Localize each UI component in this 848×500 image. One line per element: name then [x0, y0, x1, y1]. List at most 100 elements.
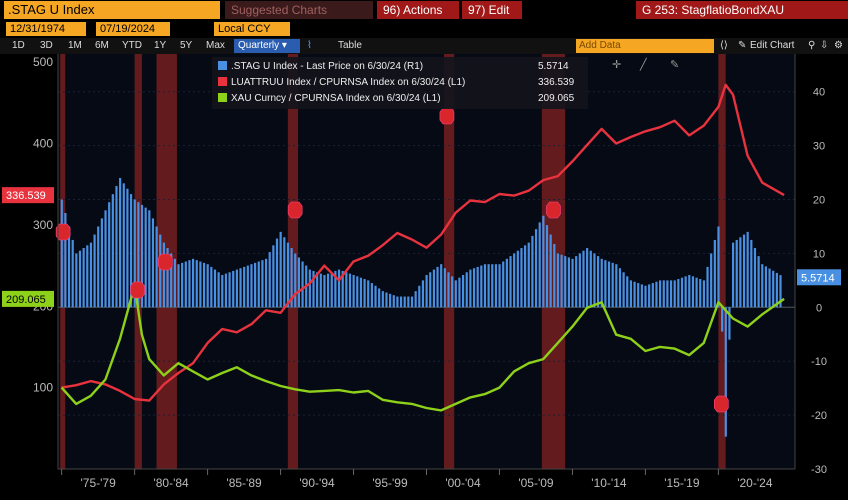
x-tick-label: '75-'79 [80, 476, 116, 490]
gold-last-value-label: 209.065 [6, 294, 46, 306]
period-ytd[interactable]: YTD [122, 39, 142, 53]
stag-bar [717, 226, 720, 308]
legend-swatch-gold [218, 93, 227, 102]
stag-bar [144, 207, 147, 308]
period-1d[interactable]: 1D [12, 39, 25, 53]
stag-bar [662, 280, 665, 308]
stag-bar [421, 280, 425, 308]
suggested-charts-button[interactable]: Suggested Charts [225, 1, 373, 19]
stag-bar [615, 264, 618, 308]
settings-icon[interactable]: ⚙ [834, 39, 843, 53]
bond-last-value-label: 336.539 [6, 190, 46, 202]
edit-menu[interactable]: 97) Edit [462, 1, 522, 19]
stag-bar [254, 262, 257, 308]
currency-select[interactable]: Local CCY [214, 22, 290, 36]
stag-bar [224, 273, 228, 308]
stag-bar [370, 283, 373, 308]
stag-bar [589, 250, 592, 308]
stag-bar [604, 260, 607, 308]
stag-bar [648, 284, 651, 308]
end-date-field[interactable]: 07/19/2024 [96, 22, 170, 36]
legend-label: .STAG U Index - Last Price on 6/30/24 (R… [231, 61, 424, 72]
stag-bar [651, 283, 654, 308]
event-marker-icon [157, 253, 173, 271]
stag-bar [246, 265, 249, 308]
period-5y[interactable]: 5Y [180, 39, 192, 53]
stag-bar [458, 277, 461, 308]
stag-bar [301, 261, 304, 308]
left-tick-label: 400 [33, 137, 53, 151]
stag-bar [155, 226, 158, 308]
collapse-icon[interactable]: ⟨⟩ [720, 39, 728, 53]
table-button[interactable]: Table [338, 39, 362, 53]
frequency-select[interactable]: Quarterly ▾ [234, 39, 300, 53]
ticker-field[interactable]: .STAG U Index [4, 1, 220, 19]
stag-bar [721, 307, 724, 332]
stag-bar [308, 269, 311, 308]
stag-bar [629, 280, 633, 308]
stag-bar [673, 280, 676, 308]
start-date-field[interactable]: 12/31/1974 [6, 22, 86, 36]
x-tick-label: '15-'19 [664, 476, 700, 490]
annotate-tool-icon[interactable]: ✎ [670, 58, 679, 71]
stag-bar [108, 202, 111, 308]
stag-bar [480, 265, 483, 308]
legend-label: XAU Curncy / CPURNSA Index on 6/30/24 (L… [231, 93, 441, 104]
stag-bar [436, 266, 439, 308]
download-icon[interactable]: ⇩ [820, 39, 828, 53]
period-max[interactable]: Max [206, 39, 225, 53]
stag-bar [593, 253, 596, 308]
stag-bar [538, 222, 541, 308]
period-6m[interactable]: 6M [95, 39, 109, 53]
stag-bar [71, 239, 74, 308]
stag-bar [560, 254, 563, 308]
draw-line-tool-icon[interactable]: ╱ [640, 58, 647, 71]
chart-type-icon[interactable]: ⌇ [307, 39, 312, 53]
edit-chart-button[interactable]: Edit Chart [750, 39, 794, 53]
period-1y[interactable]: 1Y [154, 39, 166, 53]
stag-bar [228, 272, 231, 308]
stag-bar [283, 237, 286, 308]
crosshair-tool-icon[interactable]: ✛ [612, 58, 621, 71]
stag-bar [97, 226, 100, 308]
stag-bar [487, 264, 490, 308]
stag-bar [89, 242, 93, 308]
stag-bar [151, 218, 155, 308]
stag-bar [520, 248, 523, 308]
stag-bar [199, 261, 202, 308]
period-3d[interactable]: 3D [40, 39, 53, 53]
chart-title: G 253: StagflatioBondXAU [636, 1, 848, 19]
stag-bar [399, 296, 403, 308]
stag-bar [425, 274, 428, 308]
stag-bar [575, 256, 578, 308]
stag-bar [772, 270, 775, 308]
stag-bar [735, 239, 738, 308]
stag-bar [531, 235, 534, 308]
stag-bar [695, 277, 698, 308]
period-1m[interactable]: 1M [68, 39, 82, 53]
legend-item-gold: XAU Curncy / CPURNSA Index on 6/30/24 (L… [218, 91, 582, 107]
legend-label: LUATTRUU Index / CPURNSA Index on 6/30/2… [231, 77, 466, 88]
stag-bar [637, 283, 640, 308]
stag-bar [100, 218, 103, 308]
stag-bar [476, 266, 479, 308]
add-data-input[interactable]: Add Data [576, 39, 714, 53]
edit-chart-icon[interactable]: ✎ [738, 39, 746, 53]
stag-bar [491, 264, 494, 308]
stag-bar [119, 177, 122, 308]
actions-menu[interactable]: 96) Actions [377, 1, 459, 19]
stag-bar [111, 194, 114, 308]
stag-bar [465, 272, 468, 308]
x-tick-label: '80-'84 [153, 476, 189, 490]
stag-bar [294, 253, 297, 308]
zoom-icon[interactable]: ⚲ [808, 39, 815, 53]
legend-item-stag: .STAG U Index - Last Price on 6/30/24 (R… [218, 59, 582, 75]
stag-bar [162, 242, 166, 308]
stag-bar [348, 273, 352, 308]
stag-bar [319, 273, 322, 308]
stag-bar [323, 274, 326, 308]
stag-bar [389, 293, 392, 308]
stag-bar [359, 277, 363, 308]
x-tick-label: '20-'24 [737, 476, 773, 490]
stag-bar [148, 210, 151, 308]
